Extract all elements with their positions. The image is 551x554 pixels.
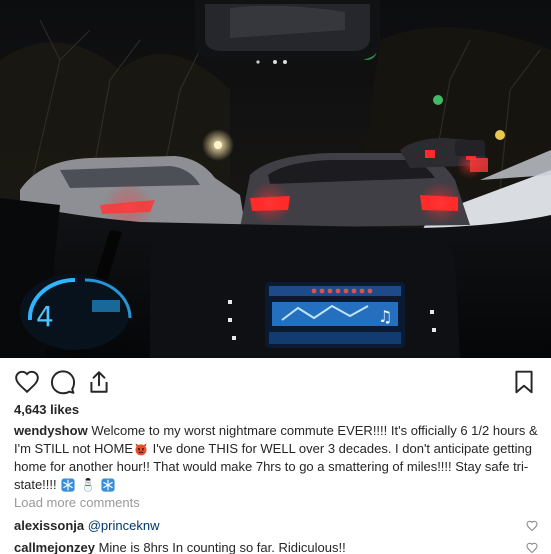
comment-row: callmejonzey Mine is 8hrs In counting so…: [14, 540, 538, 554]
post-caption: wendyshow Welcome to my worst nightmare …: [14, 422, 540, 494]
load-more-comments-link[interactable]: Load more comments: [14, 495, 140, 510]
comment-username[interactable]: alexissonja: [14, 518, 84, 533]
snowman-icon: [81, 478, 95, 492]
angry-devil-face-icon: [134, 442, 148, 456]
comment-row: alexissonja @princeknw: [14, 518, 538, 533]
comment-like-heart-icon[interactable]: [526, 520, 538, 532]
comment-username[interactable]: callmejonzey: [14, 540, 95, 554]
svg-text:♫: ♫: [378, 307, 392, 326]
traffic-photo-illustration: 4 ♫: [0, 0, 551, 358]
likes-count[interactable]: 4,643 likes: [14, 402, 79, 417]
comment-mention[interactable]: @princeknw: [88, 518, 160, 533]
svg-text:4: 4: [36, 300, 54, 333]
comment-like-heart-icon[interactable]: [526, 542, 538, 554]
heart-outline-icon[interactable]: [14, 369, 40, 395]
share-arrow-icon[interactable]: [86, 369, 112, 395]
snowflake-icon: [61, 478, 75, 492]
post-action-bar: [0, 358, 551, 404]
speech-bubble-icon[interactable]: [50, 369, 76, 395]
bookmark-icon[interactable]: [511, 369, 537, 395]
post-photo[interactable]: 4 ♫: [0, 0, 551, 358]
comment-text: Mine is 8hrs In counting so far. Ridicul…: [98, 540, 346, 554]
snowflake-icon: [100, 478, 115, 492]
caption-username[interactable]: wendyshow: [14, 423, 88, 438]
